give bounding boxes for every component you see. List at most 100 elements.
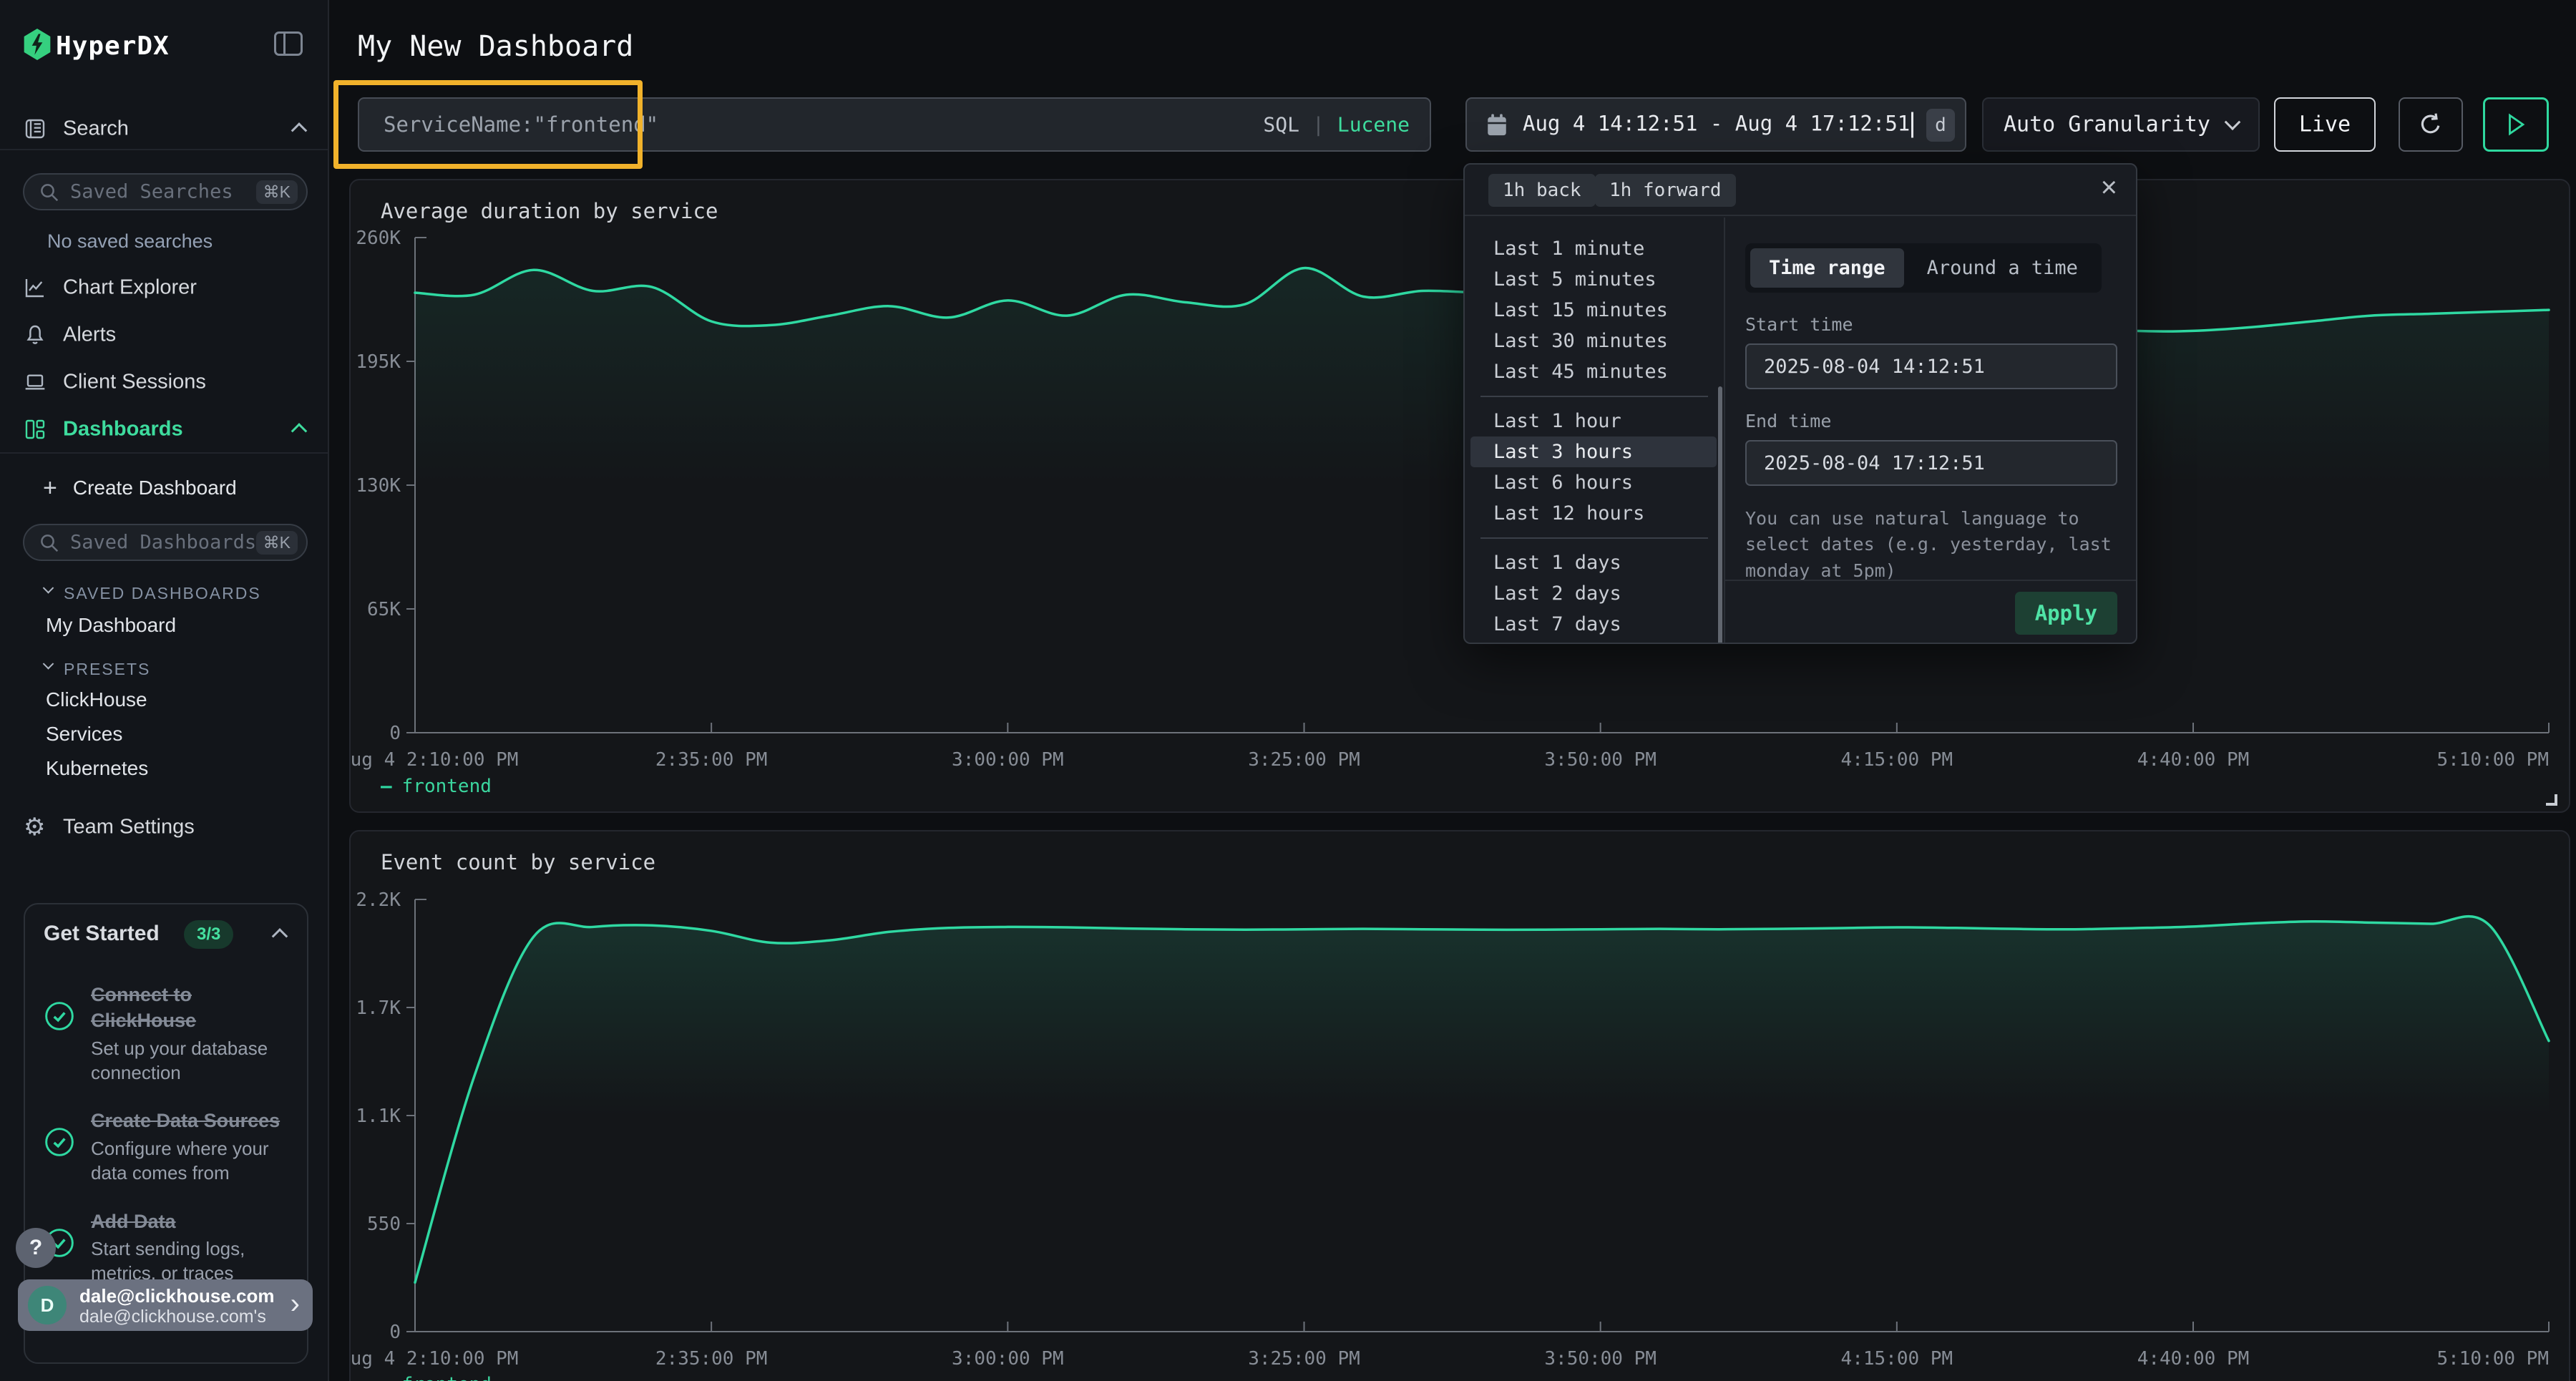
check-circle-icon (44, 1126, 75, 1185)
end-time-label: End time (1745, 411, 2117, 431)
svg-text:2:35:00 PM: 2:35:00 PM (655, 749, 768, 771)
laptop-icon (24, 371, 47, 394)
svg-text:3:50:00 PM: 3:50:00 PM (1544, 749, 1657, 771)
sidebar-item-team-settings[interactable]: ⚙ Team Settings (0, 810, 329, 844)
get-started-title: Get Started (44, 922, 160, 945)
time-range-option[interactable]: Last 45 minutes (1470, 356, 1717, 387)
svg-text:3:25:00 PM: 3:25:00 PM (1248, 749, 1360, 771)
shortcut-badge: ⌘K (256, 531, 298, 555)
help-button[interactable]: ? (16, 1228, 56, 1268)
refresh-button[interactable] (2399, 97, 2463, 152)
svg-text:550: 550 (367, 1214, 401, 1235)
sidebar-item-search[interactable]: Search (0, 112, 329, 146)
gear-icon: ⚙ (24, 813, 45, 841)
run-query-button[interactable] (2483, 97, 2549, 152)
granularity-select[interactable]: Auto Granularity (1982, 97, 2260, 152)
legend-swatch: — (381, 776, 392, 797)
time-picker-tabs: Time rangeAround a time (1745, 243, 2102, 293)
time-picker-tab[interactable]: Time range (1750, 248, 1904, 288)
svg-text:65K: 65K (367, 599, 401, 620)
svg-text:3:50:00 PM: 3:50:00 PM (1544, 1348, 1657, 1370)
time-range-option[interactable]: Last 14 days (1470, 640, 1717, 643)
svg-text:4:40:00 PM: 4:40:00 PM (2137, 749, 2250, 771)
time-range-input[interactable]: Aug 4 14:12:51 - Aug 4 17:12:51 d (1465, 97, 1966, 152)
shortcut-badge: d (1926, 109, 1955, 142)
time-range-option[interactable]: Last 1 days (1470, 547, 1717, 578)
user-email: dale@clickhouse.com (79, 1285, 274, 1307)
time-range-option[interactable]: Last 2 days (1470, 578, 1717, 609)
sidebar-item-preset[interactable]: ClickHouse (46, 688, 147, 711)
line-chart[interactable]: 2.2K1.7K1.1K5500Aug 4 2:10:00 PM2:35:00 … (351, 831, 2569, 1381)
sidebar-collapse-icon[interactable] (274, 31, 303, 56)
chart-legend[interactable]: — frontend (381, 1374, 492, 1381)
get-started-item[interactable]: Create Data Sources Configure where your… (44, 1108, 288, 1185)
time-picker-tab[interactable]: Around a time (1908, 248, 2097, 288)
time-range-option[interactable]: Last 5 minutes (1470, 264, 1717, 295)
line-chart[interactable]: 260K195K130K65K0Aug 4 2:10:00 PM2:35:00 … (351, 180, 2569, 811)
live-button[interactable]: Live (2274, 97, 2376, 152)
get-started-item[interactable]: Add Data Start sending logs, metrics, or… (44, 1209, 288, 1286)
saved-dashboards-input[interactable]: Saved Dashboards ⌘K (23, 524, 308, 561)
resize-handle[interactable] (2546, 794, 2557, 806)
query-input[interactable]: ServiceName:"frontend" SQL | Lucene (358, 97, 1431, 152)
shift-forward-button[interactable]: 1h forward (1595, 174, 1736, 207)
chevron-up-icon[interactable] (272, 928, 288, 945)
sidebar-item-alerts[interactable]: Alerts (0, 318, 329, 352)
time-range-option[interactable]: Last 1 hour (1470, 406, 1717, 436)
chevron-up-icon (291, 122, 308, 139)
svg-text:3:25:00 PM: 3:25:00 PM (1248, 1348, 1360, 1370)
hyperdx-logo-icon (21, 27, 53, 62)
play-icon (2505, 112, 2527, 137)
app-title: HyperDX (56, 31, 170, 61)
time-range-option[interactable]: Last 12 hours (1470, 498, 1717, 529)
svg-text:0: 0 (389, 723, 401, 744)
time-range-option[interactable]: Last 3 hours (1470, 436, 1717, 467)
time-range-option[interactable]: Last 7 days (1470, 609, 1717, 640)
time-range-option[interactable]: Last 30 minutes (1470, 326, 1717, 356)
start-time-label: Start time (1745, 314, 2117, 335)
chart-panel-event-count[interactable]: Event count by service 2.2K1.7K1.1K5500A… (349, 830, 2570, 1381)
chart-legend[interactable]: — frontend (381, 776, 492, 797)
time-range-value: Aug 4 14:12:51 - Aug 4 17:12:51 (1523, 112, 1913, 138)
time-range-option[interactable]: Last 15 minutes (1470, 295, 1717, 326)
dashboards-icon (24, 418, 47, 441)
sidebar-item-preset[interactable]: Kubernetes (46, 757, 148, 780)
sidebar: HyperDX Search Saved Searches ⌘K No save… (0, 0, 329, 1381)
avatar: D (28, 1286, 67, 1324)
svg-text:195K: 195K (356, 351, 401, 373)
presets-section-header[interactable]: PRESETS (44, 660, 150, 679)
sidebar-item-client-sessions[interactable]: Client Sessions (0, 365, 329, 399)
shift-back-button[interactable]: 1h back (1488, 174, 1596, 207)
svg-text:130K: 130K (356, 475, 401, 497)
sidebar-item-preset[interactable]: Services (46, 723, 122, 746)
chevron-up-icon (291, 423, 308, 439)
scrollbar-thumb[interactable] (1718, 386, 1722, 643)
check-circle-icon (44, 1000, 75, 1085)
chevron-down-icon (43, 582, 54, 594)
time-range-option[interactable]: Last 1 minute (1470, 233, 1717, 264)
start-time-input[interactable]: 2025-08-04 14:12:51 (1745, 343, 2117, 389)
chart-panel-avg-duration[interactable]: Average duration by service 260K195K130K… (349, 179, 2570, 813)
apply-button[interactable]: Apply (2015, 592, 2117, 635)
sidebar-item-chart-explorer[interactable]: Chart Explorer (0, 270, 329, 305)
shortcut-badge: ⌘K (256, 180, 298, 204)
user-subtitle: dale@clickhouse.com's (79, 1307, 266, 1327)
saved-dashboards-section-header[interactable]: SAVED DASHBOARDS (44, 584, 261, 603)
plus-icon: + (43, 476, 57, 500)
close-icon[interactable]: × (2101, 172, 2117, 204)
sidebar-item-saved-dashboard[interactable]: My Dashboard (46, 614, 176, 637)
create-dashboard-button[interactable]: + Create Dashboard (43, 474, 237, 502)
time-picker-popup: 1h back 1h forward × Last 1 minuteLast 5… (1463, 163, 2137, 644)
svg-text:4:15:00 PM: 4:15:00 PM (1841, 1348, 1953, 1370)
time-range-option[interactable]: Last 6 hours (1470, 467, 1717, 498)
saved-searches-input[interactable]: Saved Searches ⌘K (23, 173, 308, 210)
get-started-progress-badge: 3/3 (184, 920, 233, 949)
svg-text:2:35:00 PM: 2:35:00 PM (655, 1348, 768, 1370)
get-started-item[interactable]: Connect to ClickHouse Set up your databa… (44, 982, 288, 1085)
lucene-mode-toggle[interactable]: Lucene (1337, 113, 1410, 137)
end-time-input[interactable]: 2025-08-04 17:12:51 (1745, 440, 2117, 486)
user-menu[interactable]: D dale@clickhouse.com dale@clickhouse.co… (18, 1279, 313, 1331)
sidebar-item-dashboards[interactable]: Dashboards (0, 412, 329, 446)
sql-mode-toggle[interactable]: SQL (1263, 113, 1299, 137)
text-caret (1911, 112, 1913, 138)
